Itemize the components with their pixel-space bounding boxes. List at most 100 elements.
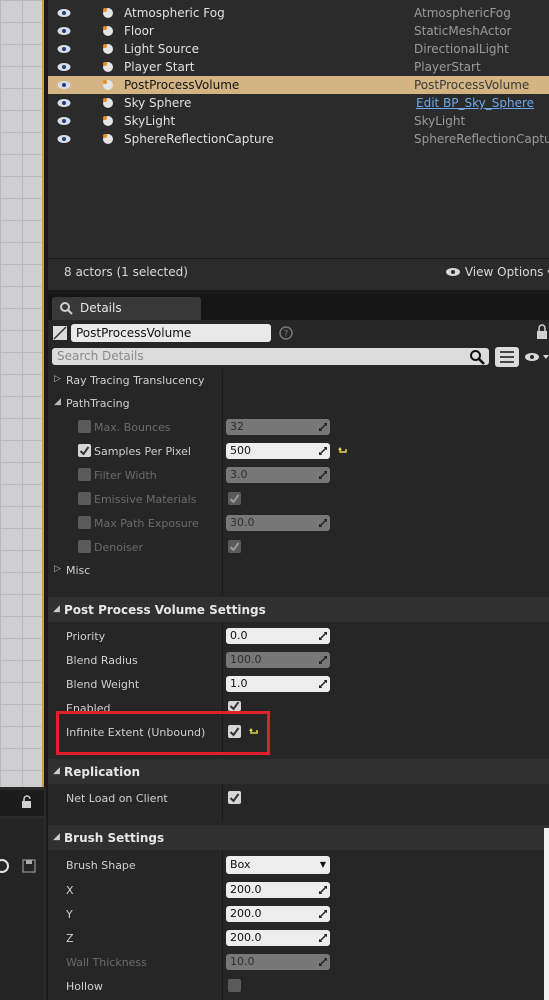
priority-value: 0.0 (230, 629, 248, 642)
emissive-materials-checkbox[interactable] (228, 492, 241, 505)
max-bounces-field[interactable]: 32 (226, 419, 330, 435)
actor-name: Light Source (124, 42, 199, 56)
tab-details-label: Details (80, 301, 122, 315)
actor-name-field[interactable]: PostProcessVolume (71, 324, 271, 342)
actors-count: 8 actors (1 selected) (64, 265, 188, 279)
overlay-window-edge (544, 828, 549, 1000)
actor-type-icon (53, 326, 67, 340)
filter-width-override-checkbox[interactable] (78, 468, 91, 481)
actor-name: Atmospheric Fog (124, 6, 225, 20)
actor-name: PostProcessVolume (124, 78, 240, 92)
max-bounces-label: Max. Bounces (94, 421, 171, 434)
expand-arrows-icon (319, 886, 327, 894)
outliner-row[interactable]: Atmospheric Fog AtmosphericFog (48, 4, 549, 22)
max-path-exposure-override-checkbox[interactable] (78, 516, 91, 529)
enabled-checkbox[interactable] (228, 701, 241, 711)
z-label: Z (66, 932, 74, 945)
category-title: Post Process Volume Settings (64, 603, 266, 617)
visibility-eye-icon[interactable] (57, 8, 71, 18)
lock-icon[interactable] (536, 324, 548, 340)
eye-icon (446, 268, 460, 276)
filter-width-label: Filter Width (94, 469, 157, 482)
blend-weight-field[interactable]: 1.0 (226, 676, 330, 692)
hollow-checkbox[interactable] (228, 979, 241, 992)
outliner-row[interactable]: Floor StaticMeshActor (48, 22, 549, 40)
search-icon[interactable] (469, 349, 485, 365)
max-path-exposure-label: Max Path Exposure (94, 517, 199, 530)
chevron-right-icon[interactable]: ▷ (54, 374, 61, 384)
eye-icon[interactable] (524, 352, 549, 362)
lock-icon[interactable] (20, 795, 34, 809)
help-icon[interactable]: ? (279, 326, 293, 340)
category-post-process-volume-settings[interactable]: ◢ Post Process Volume Settings (48, 597, 549, 622)
tab-details[interactable] (52, 297, 201, 320)
visibility-eye-icon[interactable] (57, 80, 71, 90)
column-divider (222, 369, 223, 595)
category-replication[interactable]: ◢ Replication (48, 759, 549, 784)
property-matrix-button[interactable] (495, 347, 519, 367)
actor-type: PlayerStart (414, 60, 481, 74)
outliner-row[interactable]: Sky Sphere Edit BP_Sky_Sphere (48, 94, 549, 112)
save-icon[interactable] (22, 859, 36, 873)
x-field[interactable]: 200.0 (226, 882, 330, 898)
filter-width-field[interactable]: 3.0 (226, 467, 330, 483)
svg-text:?: ? (284, 330, 289, 340)
samples-per-pixel-field[interactable]: 500 (226, 443, 330, 459)
category-ray-tracing-translucency[interactable]: Ray Tracing Translucency (66, 374, 205, 387)
expand-arrows-icon (319, 423, 327, 431)
brush-shape-dropdown[interactable]: Box ▼ (226, 856, 330, 874)
toggle-icon[interactable] (0, 858, 14, 874)
column-divider (222, 784, 223, 822)
left-panel-header (0, 790, 44, 816)
visibility-eye-icon[interactable] (57, 44, 71, 54)
category-brush-settings[interactable]: ◢ Brush Settings (48, 825, 549, 850)
outliner-row[interactable]: SphereReflectionCapture SphereReflectionC… (48, 130, 549, 148)
emissive-materials-override-checkbox[interactable] (78, 492, 91, 505)
wall-thickness-field[interactable]: 10.0 (226, 954, 330, 970)
visibility-eye-icon[interactable] (57, 62, 71, 72)
samples-per-pixel-override-checkbox[interactable] (78, 444, 91, 457)
category-misc[interactable]: Misc (66, 564, 90, 577)
level-viewport[interactable] (0, 0, 44, 787)
filter-width-value: 3.0 (230, 468, 248, 481)
expand-arrows-icon (319, 680, 327, 688)
visibility-eye-icon[interactable] (57, 98, 71, 108)
denoiser-label: Denoiser (94, 541, 144, 554)
z-field[interactable]: 200.0 (226, 930, 330, 946)
fog-icon (103, 8, 113, 18)
outliner-row[interactable]: Player Start PlayerStart (48, 58, 549, 76)
outliner-row[interactable]: Light Source DirectionalLight (48, 40, 549, 58)
view-options-button[interactable]: View Options ▼ (445, 265, 549, 279)
max-path-exposure-field[interactable]: 30.0 (226, 515, 330, 531)
category-pathtracing[interactable]: PathTracing (66, 397, 130, 410)
y-field[interactable]: 200.0 (226, 906, 330, 922)
max-bounces-override-checkbox[interactable] (78, 420, 91, 433)
blend-radius-field[interactable]: 100.0 (226, 652, 330, 668)
chevron-down-icon[interactable]: ◢ (54, 397, 61, 407)
left-toolbar (0, 818, 44, 1000)
actor-name: Sky Sphere (124, 96, 192, 110)
outliner-row[interactable]: SkyLight SkyLight (48, 112, 549, 130)
priority-field[interactable]: 0.0 (226, 628, 330, 644)
visibility-eye-icon[interactable] (57, 116, 71, 126)
chevron-right-icon[interactable]: ▷ (54, 564, 61, 574)
visibility-eye-icon[interactable] (57, 26, 71, 36)
actor-name: SphereReflectionCapture (124, 132, 274, 146)
blend-weight-label: Blend Weight (66, 678, 140, 691)
net-load-on-client-checkbox[interactable] (228, 791, 241, 804)
actor-type: DirectionalLight (414, 42, 509, 56)
search-details-input[interactable]: Search Details (52, 348, 489, 365)
x-value: 200.0 (230, 883, 262, 896)
reset-to-default-icon[interactable] (338, 446, 348, 456)
visibility-eye-icon[interactable] (57, 134, 71, 144)
actor-name: SkyLight (124, 114, 176, 128)
edit-blueprint-link[interactable]: Edit BP_Sky_Sphere (416, 96, 534, 110)
view-options-label: View Options (464, 265, 544, 279)
denoiser-override-checkbox[interactable] (78, 540, 91, 553)
enabled-label: Enabled (66, 702, 111, 711)
search-details-icon (60, 302, 73, 315)
actor-type: SphereReflectionCapture (414, 132, 549, 146)
outliner-row[interactable]: PostProcessVolume PostProcessVolume (48, 76, 549, 94)
denoiser-checkbox[interactable] (228, 540, 241, 553)
hollow-label: Hollow (66, 980, 103, 993)
